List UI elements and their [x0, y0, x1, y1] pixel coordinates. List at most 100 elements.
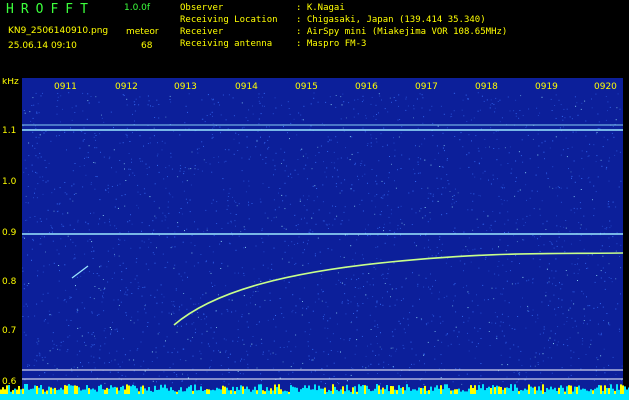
noise-pixel: [260, 154, 262, 156]
noise-pixel: [507, 258, 509, 260]
noise-pixel: [429, 109, 431, 111]
noise-pixel: [165, 266, 167, 268]
noise-pixel: [183, 173, 185, 175]
noise-pixel: [27, 186, 29, 187]
noise-pixel: [226, 309, 228, 310]
noise-pixel: [515, 160, 517, 162]
noise-pixel: [91, 333, 93, 335]
noise-pixel: [56, 113, 58, 115]
noise-pixel: [205, 209, 207, 211]
noise-pixel: [110, 111, 112, 113]
signal-level-column: [470, 385, 472, 394]
noise-pixel: [211, 134, 213, 135]
noise-pixel: [573, 207, 575, 209]
signal-level-column: [258, 384, 260, 394]
noise-pixel: [246, 304, 248, 306]
noise-pixel: [254, 304, 256, 306]
noise-pixel: [192, 355, 194, 357]
noise-pixel: [569, 307, 571, 309]
noise-pixel: [110, 333, 111, 335]
noise-pixel: [575, 131, 577, 133]
noise-pixel: [286, 346, 288, 348]
noise-pixel: [58, 280, 60, 282]
noise-pixel: [545, 295, 547, 297]
noise-pixel: [152, 252, 154, 254]
noise-pixel: [361, 175, 363, 177]
noise-pixel: [370, 329, 372, 330]
noise-pixel: [531, 190, 533, 192]
noise-pixel: [26, 219, 28, 221]
noise-pixel: [502, 264, 504, 266]
noise-pixel: [173, 313, 175, 314]
noise-pixel: [90, 346, 92, 348]
signal-level-column: [448, 388, 450, 394]
noise-pixel: [34, 315, 36, 317]
noise-pixel: [442, 166, 444, 168]
signal-level-column: [502, 389, 504, 394]
y-tick-label: 1.1: [2, 126, 16, 136]
noise-pixel: [291, 257, 293, 259]
signal-level-column: [178, 390, 180, 394]
noise-pixel: [441, 243, 443, 245]
noise-pixel: [554, 333, 556, 335]
signal-level-column: [4, 389, 6, 394]
noise-pixel: [194, 165, 196, 167]
noise-pixel: [609, 220, 611, 222]
noise-pixel: [133, 359, 135, 361]
noise-pixel: [597, 306, 599, 308]
noise-pixel: [264, 299, 266, 301]
signal-level-column: [164, 384, 166, 394]
noise-pixel: [357, 303, 358, 305]
noise-pixel: [498, 148, 500, 150]
noise-pixel: [522, 297, 523, 299]
noise-pixel: [398, 136, 400, 138]
noise-pixel: [522, 239, 524, 241]
noise-pixel: [377, 227, 379, 229]
noise-pixel: [368, 365, 370, 367]
noise-pixel: [259, 102, 261, 104]
noise-pixel: [28, 142, 30, 144]
noise-pixel: [51, 192, 53, 194]
signal-level-column: [392, 386, 394, 394]
noise-pixel: [621, 365, 623, 367]
noise-pixel: [340, 118, 342, 120]
signal-level-column: [110, 385, 112, 394]
noise-pixel: [407, 324, 409, 326]
noise-pixel: [387, 194, 389, 196]
signal-level-column: [66, 385, 68, 394]
noise-pixel: [137, 282, 139, 284]
noise-pixel: [322, 184, 324, 186]
signal-level-column: [614, 390, 616, 394]
noise-pixel: [122, 142, 124, 144]
noise-pixel: [601, 334, 602, 336]
signal-level-column: [106, 387, 108, 394]
noise-pixel: [48, 310, 50, 312]
signal-level-column: [170, 387, 172, 394]
noise-pixel: [389, 230, 391, 231]
signal-level-column: [196, 390, 198, 394]
noise-pixel: [549, 241, 551, 242]
signal-level-column: [518, 391, 520, 394]
noise-pixel: [394, 149, 396, 151]
noise-pixel: [168, 312, 170, 314]
noise-pixel: [518, 372, 520, 374]
noise-pixel: [380, 214, 382, 216]
noise-pixel: [618, 186, 620, 188]
noise-pixel: [163, 345, 165, 347]
noise-pixel: [87, 240, 89, 242]
noise-pixel: [492, 174, 494, 176]
noise-pixel: [497, 101, 499, 102]
noise-pixel: [173, 130, 175, 132]
noise-pixel: [502, 288, 504, 290]
noise-pixel: [358, 234, 359, 236]
noise-pixel: [47, 180, 49, 182]
signal-level-column: [402, 387, 404, 394]
noise-pixel: [477, 226, 479, 228]
noise-pixel: [152, 380, 154, 382]
noise-pixel: [588, 346, 590, 348]
noise-pixel: [74, 112, 76, 113]
y-tick-label: 0.9: [2, 228, 17, 238]
noise-pixel: [307, 239, 309, 241]
noise-pixel: [118, 377, 120, 379]
signal-level-column: [348, 390, 350, 394]
